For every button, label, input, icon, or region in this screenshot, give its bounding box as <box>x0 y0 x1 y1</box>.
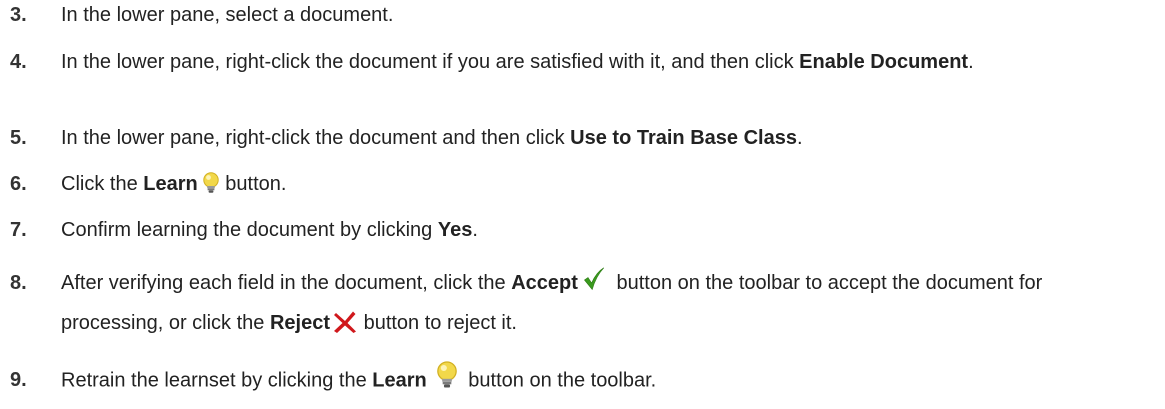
ui-term-learn: Learn <box>372 369 427 392</box>
step-number: 5. <box>10 127 27 149</box>
step-number: 9. <box>10 369 27 391</box>
ui-term-learn: Learn <box>143 173 198 195</box>
step-text: Retrain the learnset by clicking the Lea… <box>61 361 1150 395</box>
step-number: 7. <box>10 219 27 241</box>
ui-term-reject: Reject <box>269 312 331 334</box>
step-text: In the lower pane, right-click the docum… <box>61 51 974 73</box>
step-number: 3. <box>10 4 27 26</box>
step-4: 4. In the lower pane, right-click the do… <box>0 49 1150 76</box>
step-text: After verifying each field in the docume… <box>61 263 1150 343</box>
x-icon <box>333 310 357 334</box>
step-3: 3. In the lower pane, select a document. <box>0 2 1150 29</box>
step-8: 8. After verifying each field in the doc… <box>0 263 1150 343</box>
step-9: 9. Retrain the learnset by clicking the … <box>0 361 1150 395</box>
step-6: 6. Click the Learn button. <box>0 171 1150 198</box>
step-text: In the lower pane, right-click the docum… <box>61 127 803 149</box>
ui-term-use-to-train-base-class: Use to Train Base Class <box>570 127 797 149</box>
checkmark-icon <box>583 267 605 291</box>
step-text: Click the Learn button. <box>61 172 287 195</box>
ui-term-yes: Yes <box>437 219 473 241</box>
lightbulb-icon <box>435 361 459 389</box>
step-number: 6. <box>10 173 27 195</box>
step-text: In the lower pane, select a document. <box>61 4 394 26</box>
step-number: 4. <box>10 51 27 73</box>
lightbulb-icon <box>202 172 220 194</box>
step-text: Confirm learning the document by clickin… <box>61 219 478 241</box>
ui-term-accept: Accept <box>511 272 578 294</box>
step-5: 5. In the lower pane, right-click the do… <box>0 125 1150 152</box>
step-number: 8. <box>10 272 27 294</box>
ui-term-enable-document: Enable Document <box>799 51 969 73</box>
step-7: 7. Confirm learning the document by clic… <box>0 217 1150 244</box>
procedure-steps: 3. In the lower pane, select a document.… <box>0 0 1165 409</box>
